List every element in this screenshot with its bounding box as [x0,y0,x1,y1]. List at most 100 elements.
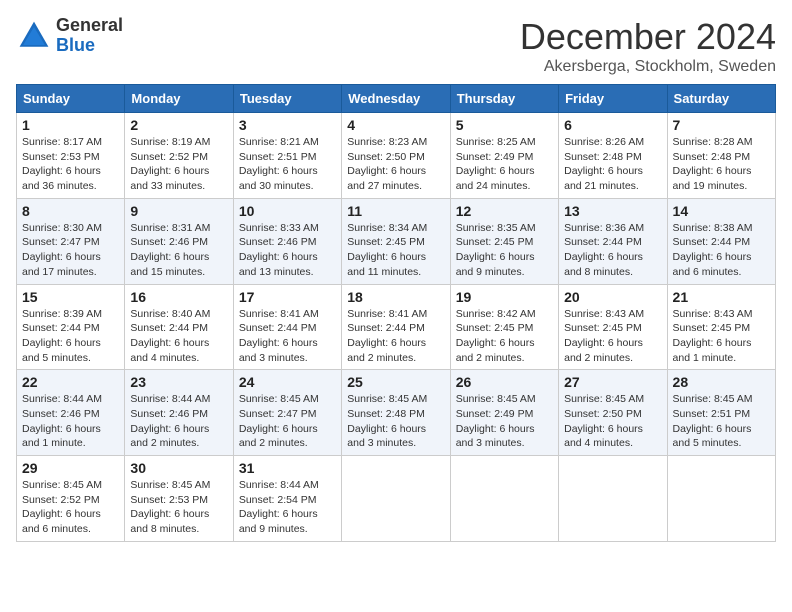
calendar-cell: 14 Sunrise: 8:38 AMSunset: 2:44 PMDayligh… [667,198,775,284]
day-info: Sunrise: 8:45 AMSunset: 2:49 PMDaylight:… [456,392,553,451]
logo-blue-text: Blue [56,36,123,56]
day-info: Sunrise: 8:31 AMSunset: 2:46 PMDaylight:… [130,221,227,280]
day-number: 18 [347,289,444,305]
day-info: Sunrise: 8:40 AMSunset: 2:44 PMDaylight:… [130,307,227,366]
day-number: 8 [22,203,119,219]
calendar-cell: 26Sunrise: 8:45 AMSunset: 2:49 PMDayligh… [450,370,558,456]
calendar-cell: 17 Sunrise: 8:41 AMSunset: 2:44 PMDayligh… [233,284,341,370]
day-info: Sunrise: 8:41 AMSunset: 2:44 PMDaylight:… [239,307,336,366]
day-info: Sunrise: 8:41 AMSunset: 2:44 PMDaylight:… [347,307,444,366]
weekday-header-monday: Monday [125,85,233,113]
day-info: Sunrise: 8:33 AMSunset: 2:46 PMDaylight:… [239,221,336,280]
calendar-cell: 16 Sunrise: 8:40 AMSunset: 2:44 PMDayligh… [125,284,233,370]
day-info: Sunrise: 8:39 AMSunset: 2:44 PMDaylight:… [22,307,119,366]
calendar-cell [342,456,450,542]
day-info: Sunrise: 8:35 AMSunset: 2:45 PMDaylight:… [456,221,553,280]
day-number: 7 [673,117,770,133]
day-info: Sunrise: 8:45 AMSunset: 2:53 PMDaylight:… [130,478,227,537]
day-number: 13 [564,203,661,219]
calendar-cell: 25 Sunrise: 8:45 AMSunset: 2:48 PMDayligh… [342,370,450,456]
weekday-header-thursday: Thursday [450,85,558,113]
day-number: 9 [130,203,227,219]
weekday-header-tuesday: Tuesday [233,85,341,113]
day-info: Sunrise: 8:45 AMSunset: 2:48 PMDaylight:… [347,392,444,451]
calendar-cell: 20 Sunrise: 8:43 AMSunset: 2:45 PMDayligh… [559,284,667,370]
day-number: 2 [130,117,227,133]
calendar-cell: 8 Sunrise: 8:30 AMSunset: 2:47 PMDaylight… [17,198,125,284]
weekday-header-row: SundayMondayTuesdayWednesdayThursdayFrid… [17,85,776,113]
day-info: Sunrise: 8:38 AMSunset: 2:44 PMDaylight:… [673,221,770,280]
day-number: 14 [673,203,770,219]
day-number: 21 [673,289,770,305]
day-number: 16 [130,289,227,305]
calendar-cell: 28 Sunrise: 8:45 AMSunset: 2:51 PMDayligh… [667,370,775,456]
weekday-header-sunday: Sunday [17,85,125,113]
day-number: 24 [239,374,336,390]
day-info: Sunrise: 8:44 AMSunset: 2:54 PMDaylight:… [239,478,336,537]
day-number: 17 [239,289,336,305]
calendar-cell: 11 Sunrise: 8:34 AMSunset: 2:45 PMDayligh… [342,198,450,284]
logo-icon [16,18,52,54]
calendar-cell: 30 Sunrise: 8:45 AMSunset: 2:53 PMDayligh… [125,456,233,542]
day-info: Sunrise: 8:45 AMSunset: 2:52 PMDaylight:… [22,478,119,537]
day-number: 6 [564,117,661,133]
weekday-header-friday: Friday [559,85,667,113]
title-block: December 2024 Akersberga, Stockholm, Swe… [520,16,776,76]
calendar-cell: 24 Sunrise: 8:45 AMSunset: 2:47 PMDayligh… [233,370,341,456]
day-info: Sunrise: 8:43 AMSunset: 2:45 PMDaylight:… [564,307,661,366]
day-number: 10 [239,203,336,219]
month-title: December 2024 [520,16,776,58]
day-info: Sunrise: 8:45 AMSunset: 2:47 PMDaylight:… [239,392,336,451]
day-number: 28 [673,374,770,390]
weekday-header-wednesday: Wednesday [342,85,450,113]
calendar-cell: 10 Sunrise: 8:33 AMSunset: 2:46 PMDayligh… [233,198,341,284]
day-info: Sunrise: 8:45 AMSunset: 2:51 PMDaylight:… [673,392,770,451]
day-info: Sunrise: 8:34 AMSunset: 2:45 PMDaylight:… [347,221,444,280]
day-info: Sunrise: 8:19 AMSunset: 2:52 PMDaylight:… [130,135,227,194]
day-number: 29 [22,460,119,476]
location-subtitle: Akersberga, Stockholm, Sweden [520,58,776,76]
calendar-cell: 6Sunrise: 8:26 AMSunset: 2:48 PMDaylight… [559,113,667,199]
day-number: 25 [347,374,444,390]
day-info: Sunrise: 8:21 AMSunset: 2:51 PMDaylight:… [239,135,336,194]
logo: General Blue [16,16,123,56]
day-info: Sunrise: 8:44 AMSunset: 2:46 PMDaylight:… [22,392,119,451]
calendar-cell: 23Sunrise: 8:44 AMSunset: 2:46 PMDayligh… [125,370,233,456]
calendar-cell: 3Sunrise: 8:21 AMSunset: 2:51 PMDaylight… [233,113,341,199]
calendar-cell: 4Sunrise: 8:23 AMSunset: 2:50 PMDaylight… [342,113,450,199]
calendar-week-3: 15 Sunrise: 8:39 AMSunset: 2:44 PMDayligh… [17,284,776,370]
calendar-cell: 15 Sunrise: 8:39 AMSunset: 2:44 PMDayligh… [17,284,125,370]
day-info: Sunrise: 8:42 AMSunset: 2:45 PMDaylight:… [456,307,553,366]
calendar-week-1: 1Sunrise: 8:17 AMSunset: 2:53 PMDaylight… [17,113,776,199]
calendar-week-5: 29 Sunrise: 8:45 AMSunset: 2:52 PMDayligh… [17,456,776,542]
calendar-cell: 12 Sunrise: 8:35 AMSunset: 2:45 PMDayligh… [450,198,558,284]
day-number: 19 [456,289,553,305]
day-info: Sunrise: 8:28 AMSunset: 2:48 PMDaylight:… [673,135,770,194]
day-info: Sunrise: 8:23 AMSunset: 2:50 PMDaylight:… [347,135,444,194]
calendar-week-4: 22 Sunrise: 8:44 AMSunset: 2:46 PMDayligh… [17,370,776,456]
day-number: 11 [347,203,444,219]
logo-general-text: General [56,16,123,36]
day-number: 20 [564,289,661,305]
calendar-cell: 9 Sunrise: 8:31 AMSunset: 2:46 PMDaylight… [125,198,233,284]
day-number: 31 [239,460,336,476]
page-header: General Blue December 2024 Akersberga, S… [16,16,776,76]
day-number: 12 [456,203,553,219]
calendar-cell: 2 Sunrise: 8:19 AMSunset: 2:52 PMDaylight… [125,113,233,199]
day-info: Sunrise: 8:44 AMSunset: 2:46 PMDaylight:… [130,392,227,451]
day-number: 15 [22,289,119,305]
day-number: 30 [130,460,227,476]
day-info: Sunrise: 8:45 AMSunset: 2:50 PMDaylight:… [564,392,661,451]
day-number: 1 [22,117,119,133]
day-number: 22 [22,374,119,390]
calendar-cell: 29 Sunrise: 8:45 AMSunset: 2:52 PMDayligh… [17,456,125,542]
calendar-cell: 7 Sunrise: 8:28 AMSunset: 2:48 PMDaylight… [667,113,775,199]
calendar-week-2: 8 Sunrise: 8:30 AMSunset: 2:47 PMDaylight… [17,198,776,284]
calendar-cell [559,456,667,542]
calendar-table: SundayMondayTuesdayWednesdayThursdayFrid… [16,84,776,542]
weekday-header-saturday: Saturday [667,85,775,113]
day-info: Sunrise: 8:30 AMSunset: 2:47 PMDaylight:… [22,221,119,280]
calendar-cell: 21Sunrise: 8:43 AMSunset: 2:45 PMDayligh… [667,284,775,370]
day-info: Sunrise: 8:25 AMSunset: 2:49 PMDaylight:… [456,135,553,194]
calendar-cell: 13Sunrise: 8:36 AMSunset: 2:44 PMDayligh… [559,198,667,284]
